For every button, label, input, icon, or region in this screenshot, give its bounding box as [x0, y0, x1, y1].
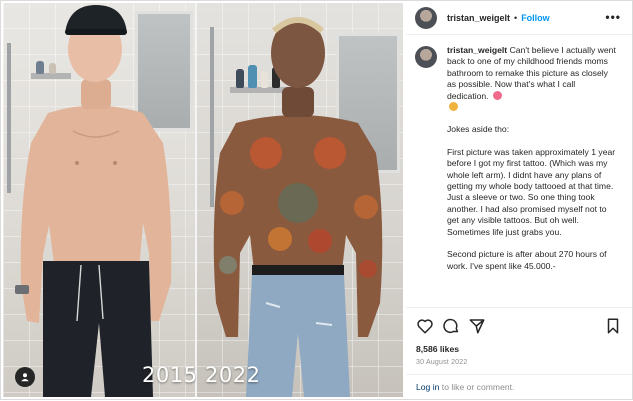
post-date: 30 August 2022 [416, 359, 468, 366]
action-bar [406, 307, 632, 342]
share-icon[interactable] [468, 317, 486, 335]
heart-icon[interactable] [416, 317, 434, 335]
caption-block: tristan_weigelt Can't believe I actually… [406, 35, 632, 305]
login-link[interactable]: Log in [416, 382, 439, 392]
heart-eyes-emoji-icon [492, 90, 502, 100]
bookmark-icon[interactable] [604, 317, 622, 335]
caption-avatar[interactable] [415, 46, 437, 68]
caption-text: tristan_weigelt Can't believe I actually… [447, 45, 617, 305]
likes-count[interactable]: 8,586 likes [416, 344, 459, 354]
post-header: tristan_weigelt • Follow ••• [406, 1, 632, 35]
header-separator: • [514, 12, 518, 23]
photo-2015-panel [3, 3, 196, 397]
caption-paragraph-3: First picture was taken approximately 1 … [447, 146, 616, 237]
photo-2022-panel [196, 3, 403, 397]
instagram-post-embed: 2015 2022 tristan_weigelt • Follow ••• t… [0, 0, 633, 400]
caption-paragraph-2: Jokes aside tho: [447, 124, 510, 135]
year-label-2022: 2022 [205, 363, 261, 387]
caption-username[interactable]: tristan_weigelt [447, 45, 507, 55]
user-tag-icon[interactable] [15, 367, 35, 387]
post-photo[interactable]: 2015 2022 [3, 3, 403, 397]
caption-paragraph-4: Second picture is after about 270 hours … [447, 249, 607, 271]
ellipsis-icon[interactable]: ••• [605, 10, 621, 24]
crying-emoji-icon [449, 102, 458, 112]
year-label-2015: 2015 [142, 363, 198, 387]
post-side-panel: tristan_weigelt • Follow ••• tristan_wei… [406, 1, 633, 401]
login-prompt: Log in to like or comment. [406, 374, 632, 401]
login-prompt-text: to like or comment. [439, 382, 515, 392]
comment-icon[interactable] [442, 317, 460, 335]
avatar[interactable] [415, 6, 437, 29]
follow-button[interactable]: Follow [521, 13, 550, 23]
header-username[interactable]: tristan_weigelt [447, 13, 510, 23]
